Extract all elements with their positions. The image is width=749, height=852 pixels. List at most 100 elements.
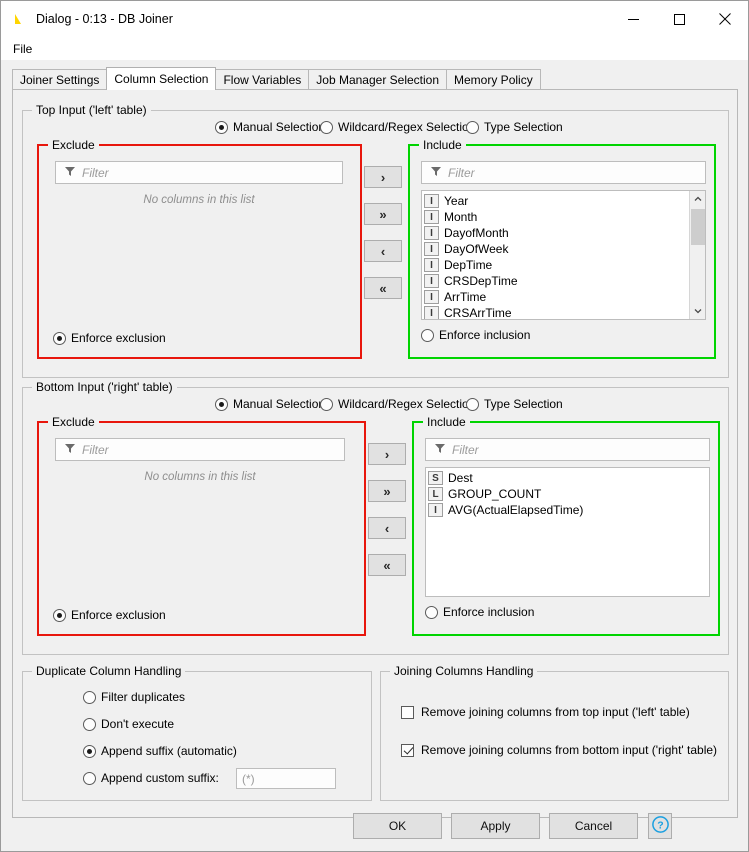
apply-button-label: Apply xyxy=(480,819,511,833)
bottom-mode-type[interactable]: Type Selection xyxy=(466,397,563,411)
window-title: Dialog - 0:13 - DB Joiner xyxy=(36,12,173,26)
list-item-label: GROUP_COUNT xyxy=(448,487,542,501)
checkbox-remove-joining-bottom[interactable]: Remove joining columns from bottom input… xyxy=(401,743,717,757)
help-icon: ? xyxy=(651,816,669,836)
bottom-exclude-filter-input[interactable]: Filter xyxy=(55,438,345,461)
radio-icon xyxy=(425,605,438,619)
radio-icon xyxy=(320,120,333,134)
title-bar: Dialog - 0:13 - DB Joiner xyxy=(1,1,748,37)
maximize-icon[interactable] xyxy=(656,1,702,37)
tab-memory-policy[interactable]: Memory Policy xyxy=(446,69,541,89)
double-chevron-right-icon: » xyxy=(383,483,391,499)
list-item[interactable]: S Dest xyxy=(426,470,709,486)
cancel-button[interactable]: Cancel xyxy=(549,813,638,839)
bottom-include-title: Include xyxy=(423,415,470,429)
top-input-group: Top Input ('left' table) Manual Selectio… xyxy=(22,103,729,378)
checkbox-icon xyxy=(401,705,414,719)
top-mode-manual[interactable]: Manual Selection xyxy=(215,120,325,134)
help-button[interactable]: ? xyxy=(648,813,672,839)
radio-icon xyxy=(83,771,96,785)
column-type-icon: S xyxy=(428,471,443,485)
list-item[interactable]: L GROUP_COUNT xyxy=(426,486,709,502)
list-item-label: CRSArrTime xyxy=(444,306,512,320)
joining-handling-title: Joining Columns Handling xyxy=(390,664,538,678)
bottom-enforce-inclusion[interactable]: Enforce inclusion xyxy=(425,605,534,619)
option-append-custom-suffix[interactable]: Append custom suffix: xyxy=(83,771,219,785)
checkbox-remove-joining-top[interactable]: Remove joining columns from top input ('… xyxy=(401,705,690,719)
bottom-move-all-right-button[interactable]: » xyxy=(368,480,406,502)
top-move-right-button[interactable]: › xyxy=(364,166,402,188)
tab-panel-column-selection: Top Input ('left' table) Manual Selectio… xyxy=(12,89,738,818)
list-item-label: Year xyxy=(444,194,469,208)
custom-suffix-input[interactable]: (*) xyxy=(236,768,336,789)
bottom-exclude-group: Exclude Filter No columns in this list E… xyxy=(37,415,366,636)
top-enforce-exclusion[interactable]: Enforce exclusion xyxy=(53,331,166,345)
tab-label: Joiner Settings xyxy=(20,72,100,87)
list-item-label: ArrTime xyxy=(444,290,487,304)
close-icon[interactable] xyxy=(702,1,748,37)
bottom-enforce-exclusion[interactable]: Enforce exclusion xyxy=(53,608,166,622)
list-item[interactable]: I DayOfWeek xyxy=(422,241,705,257)
top-exclude-filter-input[interactable]: Filter xyxy=(55,161,343,184)
option-dont-execute[interactable]: Don't execute xyxy=(83,717,174,731)
option-append-suffix-automatic[interactable]: Append suffix (automatic) xyxy=(83,744,237,758)
option-filter-duplicates[interactable]: Filter duplicates xyxy=(83,690,185,704)
bottom-move-all-left-button[interactable]: « xyxy=(368,554,406,576)
tab-flow-variables[interactable]: Flow Variables xyxy=(215,69,310,89)
top-enforce-inclusion[interactable]: Enforce inclusion xyxy=(421,328,530,342)
tab-strip: Joiner Settings Column Selection Flow Va… xyxy=(12,67,738,90)
menu-item-file[interactable]: File xyxy=(5,40,40,58)
bottom-move-right-button[interactable]: › xyxy=(368,443,406,465)
radio-icon xyxy=(83,690,96,704)
bottom-include-filter-input[interactable]: Filter xyxy=(425,438,710,461)
radio-label: Filter duplicates xyxy=(101,690,186,704)
radio-icon xyxy=(466,397,479,411)
list-item[interactable]: I CRSArrTime xyxy=(422,305,705,320)
top-move-all-right-button[interactable]: » xyxy=(364,203,402,225)
bottom-include-group: Include Filter S Dest L GROUP_COUNT I AVG(Act… xyxy=(412,415,720,636)
double-chevron-right-icon: » xyxy=(379,206,387,222)
list-item[interactable]: I Year xyxy=(422,193,705,209)
list-item[interactable]: I AVG(ActualElapsedTime) xyxy=(426,502,709,518)
top-include-scrollbar[interactable] xyxy=(689,191,705,319)
tab-job-manager-selection[interactable]: Job Manager Selection xyxy=(308,69,448,89)
bottom-include-list[interactable]: S Dest L GROUP_COUNT I AVG(ActualElapsedTime) xyxy=(425,467,710,597)
scroll-up-icon[interactable] xyxy=(690,191,705,207)
top-include-filter-input[interactable]: Filter xyxy=(421,161,706,184)
ok-button[interactable]: OK xyxy=(353,813,442,839)
column-type-icon: I xyxy=(424,210,439,224)
apply-button[interactable]: Apply xyxy=(451,813,540,839)
bottom-mode-manual[interactable]: Manual Selection xyxy=(215,397,325,411)
filter-icon xyxy=(430,165,442,180)
top-exclude-title: Exclude xyxy=(48,138,99,152)
tab-column-selection[interactable]: Column Selection xyxy=(106,67,217,90)
list-item[interactable]: I CRSDepTime xyxy=(422,273,705,289)
bottom-mode-wildcard[interactable]: Wildcard/Regex Selection xyxy=(320,397,475,411)
top-move-left-button[interactable]: ‹ xyxy=(364,240,402,262)
svg-text:?: ? xyxy=(657,819,663,831)
scroll-down-icon[interactable] xyxy=(690,303,705,319)
radio-icon xyxy=(466,120,479,134)
column-type-icon: I xyxy=(424,242,439,256)
tab-joiner-settings[interactable]: Joiner Settings xyxy=(12,69,108,89)
checkbox-icon xyxy=(401,743,414,757)
top-include-list[interactable]: I Year I Month I DayofMonth I DayOfWeek I DepTime… xyxy=(421,190,706,320)
tab-label: Memory Policy xyxy=(454,72,533,87)
minimize-icon[interactable] xyxy=(610,1,656,37)
dialog-content: Joiner Settings Column Selection Flow Va… xyxy=(1,60,748,851)
list-item[interactable]: I DayofMonth xyxy=(422,225,705,241)
radio-label: Enforce exclusion xyxy=(71,608,166,622)
list-item[interactable]: I ArrTime xyxy=(422,289,705,305)
list-item[interactable]: I Month xyxy=(422,209,705,225)
chevron-right-icon: › xyxy=(380,169,386,185)
bottom-move-left-button[interactable]: ‹ xyxy=(368,517,406,539)
filter-icon xyxy=(64,442,76,457)
dialog-window: Dialog - 0:13 - DB Joiner File Joiner Se… xyxy=(0,0,749,852)
radio-icon xyxy=(53,331,66,345)
bottom-exclude-empty-text: No columns in this list xyxy=(144,471,256,483)
top-move-all-left-button[interactable]: « xyxy=(364,277,402,299)
top-mode-wildcard[interactable]: Wildcard/Regex Selection xyxy=(320,120,475,134)
top-mode-type[interactable]: Type Selection xyxy=(466,120,563,134)
scrollbar-thumb[interactable] xyxy=(691,209,705,245)
list-item[interactable]: I DepTime xyxy=(422,257,705,273)
